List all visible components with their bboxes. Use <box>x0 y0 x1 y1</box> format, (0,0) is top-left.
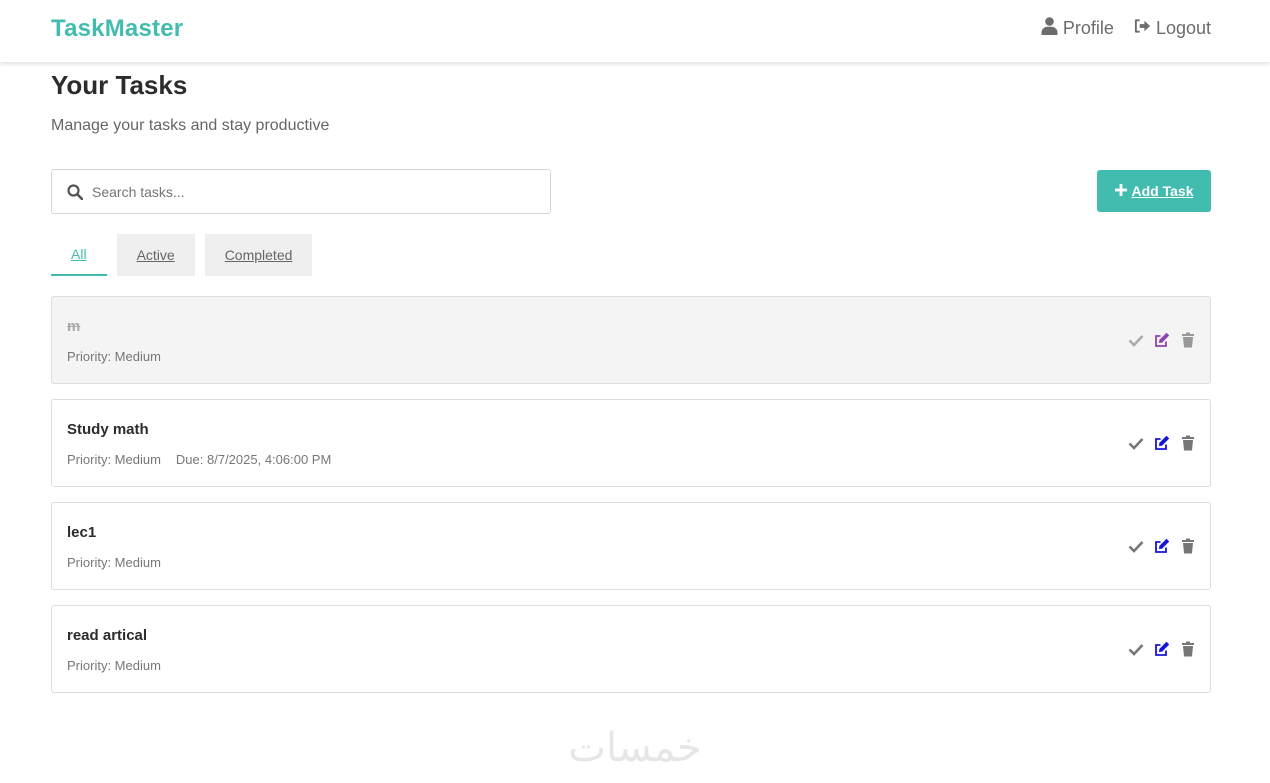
filter-tab-completed[interactable]: Completed <box>204 234 313 276</box>
task-card: m Priority: Medium <box>51 296 1211 384</box>
task-priority: Priority: Medium <box>67 452 161 467</box>
edit-icon[interactable] <box>1154 538 1170 554</box>
search-box <box>51 169 551 214</box>
filter-tab-all[interactable]: All <box>51 234 107 276</box>
logout-link[interactable]: Logout <box>1134 17 1211 40</box>
task-meta: Priority: Medium <box>67 555 161 570</box>
task-priority: Priority: Medium <box>67 658 161 673</box>
check-icon[interactable] <box>1128 435 1144 451</box>
task-actions <box>1128 332 1196 348</box>
task-list: m Priority: Medium Study math Priority: … <box>51 296 1211 708</box>
add-task-label: Add Task <box>1131 183 1194 199</box>
nav-links: Profile Logout <box>1041 17 1211 40</box>
task-title: lec1 <box>67 524 97 541</box>
task-title: read artical <box>67 627 148 644</box>
task-title: Study math <box>67 421 149 438</box>
task-meta: Priority: Medium <box>67 658 161 673</box>
edit-icon[interactable] <box>1154 435 1170 451</box>
brand-logo[interactable]: TaskMaster <box>51 15 183 43</box>
task-actions <box>1128 435 1196 451</box>
task-meta: Priority: Medium <box>67 349 161 364</box>
page-subtitle: Manage your tasks and stay productive <box>51 117 330 134</box>
task-card: lec1 Priority: Medium <box>51 502 1211 590</box>
task-actions <box>1128 538 1196 554</box>
sign-out-icon <box>1134 17 1151 40</box>
watermark-logo: خمسات <box>568 725 702 771</box>
search-input[interactable] <box>92 170 542 213</box>
trash-icon[interactable] <box>1180 435 1196 451</box>
task-priority: Priority: Medium <box>67 349 161 364</box>
task-card: read artical Priority: Medium <box>51 605 1211 693</box>
logout-label: Logout <box>1155 18 1211 38</box>
edit-icon[interactable] <box>1154 332 1170 348</box>
trash-icon[interactable] <box>1180 332 1196 348</box>
navbar: TaskMaster Profile Logout <box>0 0 1270 62</box>
check-icon[interactable] <box>1128 641 1144 657</box>
filter-tabs: All Active Completed <box>51 234 313 276</box>
task-meta: Priority: Medium Due: 8/7/2025, 4:06:00 … <box>67 452 331 467</box>
task-card: Study math Priority: Medium Due: 8/7/202… <box>51 399 1211 487</box>
user-icon <box>1041 17 1058 40</box>
profile-link[interactable]: Profile <box>1041 17 1114 40</box>
edit-icon[interactable] <box>1154 641 1170 657</box>
check-icon[interactable] <box>1128 332 1144 348</box>
plus-icon <box>1114 183 1127 199</box>
profile-label: Profile <box>1062 18 1114 38</box>
task-due-date: Due: 8/7/2025, 4:06:00 PM <box>175 452 332 467</box>
task-priority: Priority: Medium <box>67 555 161 570</box>
trash-icon[interactable] <box>1180 538 1196 554</box>
task-title: m <box>67 318 81 335</box>
filter-tab-active[interactable]: Active <box>116 234 195 276</box>
task-actions <box>1128 641 1196 657</box>
trash-icon[interactable] <box>1180 641 1196 657</box>
add-task-button[interactable]: Add Task <box>1097 170 1211 212</box>
check-icon[interactable] <box>1128 538 1144 554</box>
page-title: Your Tasks <box>51 70 188 100</box>
